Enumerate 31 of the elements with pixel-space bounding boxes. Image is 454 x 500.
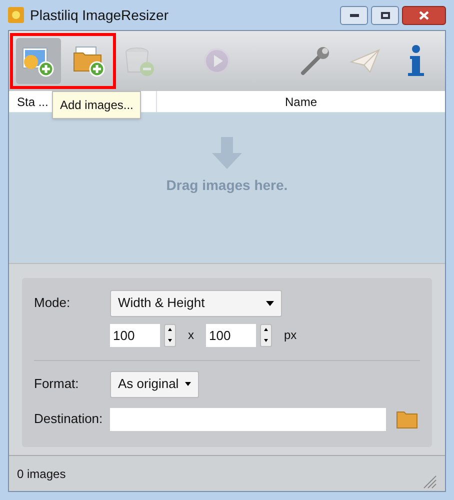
column-header[interactable]: Name — [157, 91, 445, 112]
maximize-icon — [380, 12, 390, 18]
folder-icon[interactable] — [396, 409, 418, 429]
resize-grip-icon — [421, 473, 437, 489]
toolbar-button[interactable] — [16, 38, 61, 84]
down-arrow-icon — [212, 137, 242, 169]
minimize-icon — [350, 14, 358, 16]
close-button[interactable] — [402, 6, 446, 24]
format-dropdown[interactable]: As original — [110, 370, 199, 398]
maximize-button[interactable] — [371, 6, 399, 24]
format-label: Format: — [34, 375, 80, 394]
minimize-button[interactable] — [340, 6, 368, 24]
caret-icon — [184, 382, 191, 386]
window-title: Plastiliq ImageResizer — [30, 6, 168, 25]
folder-add-icon — [72, 44, 106, 78]
mode-label: Mode: — [34, 294, 72, 312]
tooltip: Add images... — [52, 91, 142, 119]
spinner-button[interactable] — [164, 324, 176, 346]
caret-icon — [266, 300, 274, 306]
destination-field[interactable] — [110, 408, 386, 430]
width-field[interactable]: 100 — [110, 324, 160, 346]
times-sign: x — [188, 327, 194, 344]
drop-hint: Drag images here. — [166, 176, 288, 195]
unit-label: px — [284, 327, 297, 344]
status-text: 0 images — [17, 466, 66, 482]
mode-dropdown[interactable]: Width & Height — [110, 290, 282, 316]
app-logo-icon — [8, 7, 24, 23]
destination-label: Destination: — [34, 410, 104, 428]
height-field[interactable]: 100 — [206, 324, 256, 346]
spinner-button[interactable] — [260, 324, 272, 346]
close-icon — [419, 10, 429, 20]
